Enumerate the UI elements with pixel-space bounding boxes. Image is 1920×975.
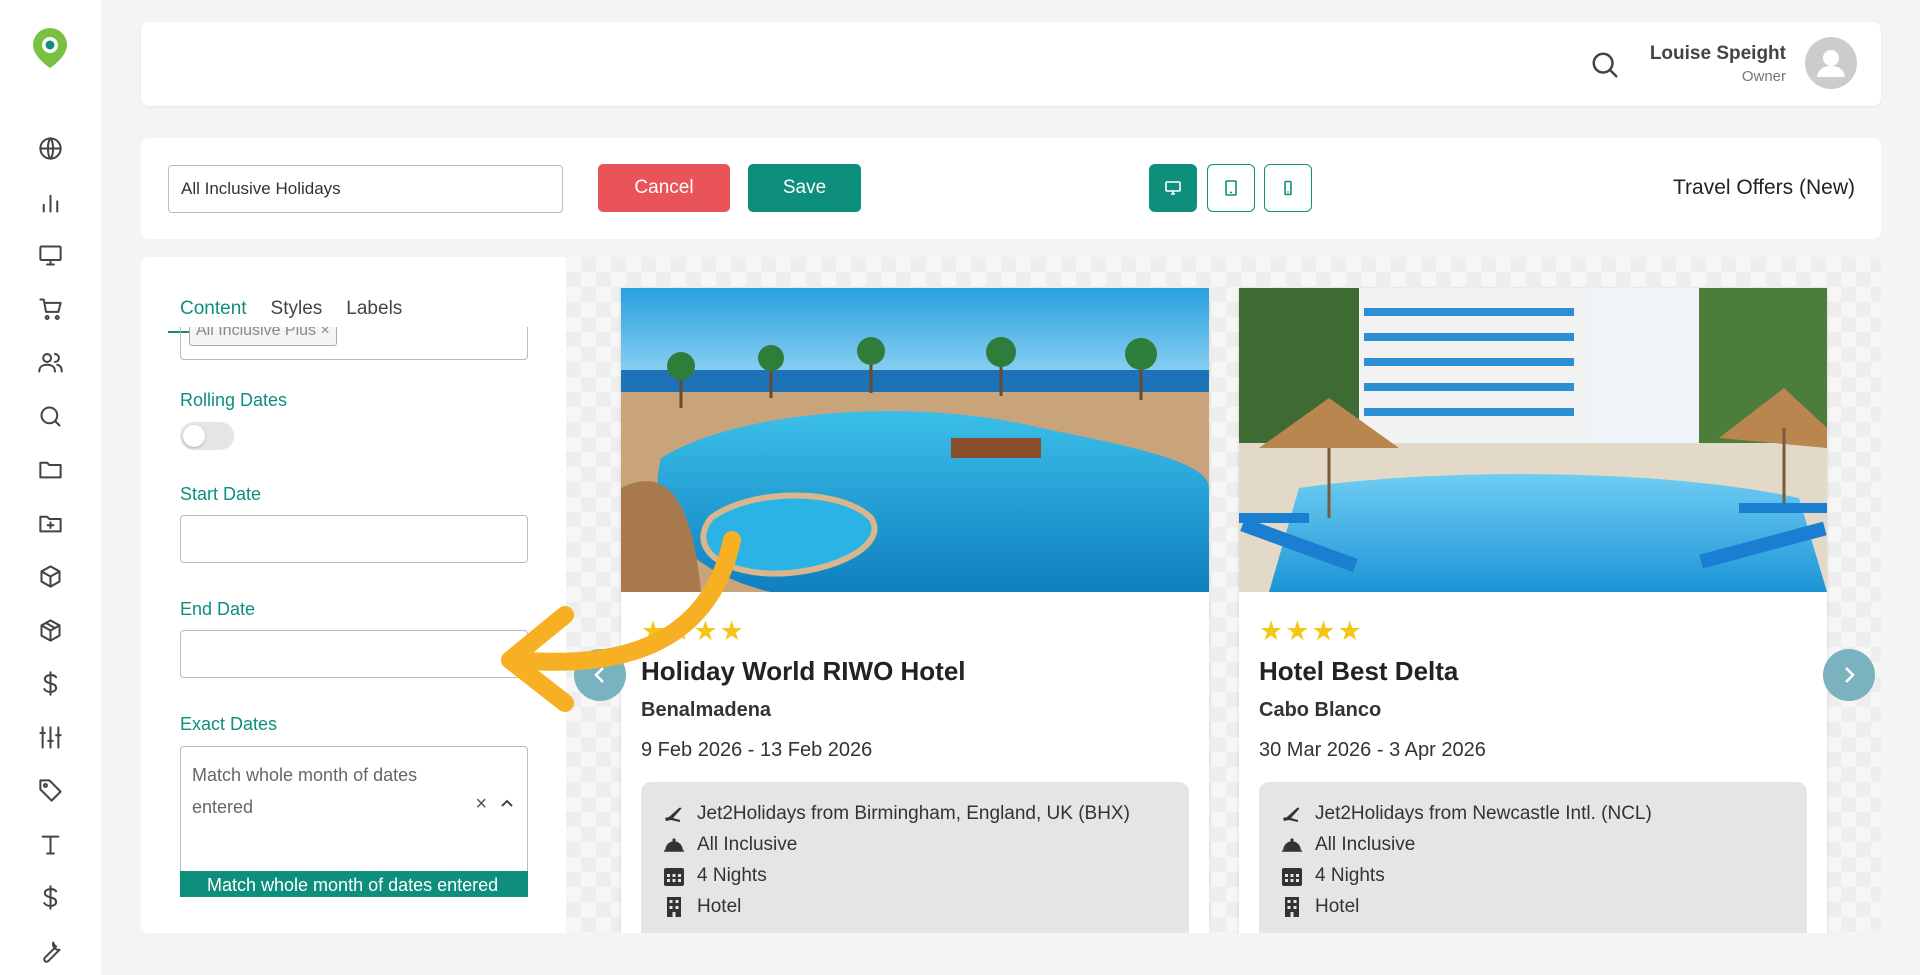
cube-icon[interactable]: [37, 563, 64, 590]
sidebar: [0, 0, 101, 975]
cancel-button[interactable]: Cancel: [598, 164, 730, 212]
resort-name: Cabo Blanco: [1259, 699, 1382, 721]
bar-chart-icon[interactable]: [37, 189, 64, 216]
chevron-up-icon[interactable]: [499, 795, 515, 811]
end-date-field[interactable]: [180, 630, 528, 678]
start-date-field[interactable]: [180, 515, 528, 563]
nights-row: 4 Nights: [1279, 864, 1385, 888]
type-text: Hotel: [1315, 896, 1360, 917]
hotel-name: Hotel Best Delta: [1259, 656, 1459, 686]
folder-plus-icon[interactable]: [37, 510, 64, 537]
editor-toolbar: Cancel Save Travel Offers (New): [141, 138, 1881, 239]
nights-text: 4 Nights: [1315, 865, 1385, 886]
preview-area: ★★★★ Holiday World RIWO Hotel Benalmaden…: [566, 257, 1881, 933]
building-icon: [1285, 897, 1299, 917]
tablet-view-button[interactable]: [1207, 164, 1255, 212]
rolling-dates-toggle[interactable]: [180, 422, 234, 450]
board-row: All Inclusive: [661, 833, 797, 857]
type-row: Hotel: [1279, 895, 1359, 919]
carousel-next-button[interactable]: [1823, 649, 1875, 701]
sliders-icon[interactable]: [37, 724, 64, 751]
settings-panel: Content Styles Labels All Inclusive Plus…: [141, 257, 566, 933]
cloche-icon: [664, 838, 684, 852]
search-icon[interactable]: [1590, 50, 1620, 80]
exact-dates-option[interactable]: Match whole month of dates entered: [180, 871, 528, 897]
app-logo[interactable]: [30, 26, 70, 70]
avatar[interactable]: [1805, 37, 1857, 89]
board-type-select[interactable]: All Inclusive Plus ×: [180, 327, 528, 360]
offer-details: Jet2Holidays from Birmingham, England, U…: [641, 782, 1189, 933]
offer-card[interactable]: ★★★★ Hotel Best Delta Cabo Blanco 30 Mar…: [1239, 288, 1827, 933]
folder-icon[interactable]: [37, 456, 64, 483]
board-type-chip[interactable]: All Inclusive Plus ×: [189, 327, 337, 346]
nights-row: 4 Nights: [661, 864, 767, 888]
tag-icon[interactable]: [37, 777, 64, 804]
resort-name: Benalmadena: [641, 699, 772, 721]
save-button[interactable]: Save: [748, 164, 861, 212]
exact-dates-label: Exact Dates: [180, 714, 278, 734]
page-title: Travel Offers (New): [1672, 176, 1855, 199]
carousel-prev-button[interactable]: [574, 649, 626, 701]
exact-dates-value: Match whole month of dates entered: [192, 765, 418, 817]
start-date-label: Start Date: [180, 484, 262, 504]
user-role: Owner: [1741, 68, 1786, 85]
cart-icon[interactable]: [37, 295, 64, 322]
flight-row: Jet2Holidays from Birmingham, England, U…: [661, 802, 1130, 826]
type-text: Hotel: [697, 896, 742, 917]
search-nav-icon[interactable]: [37, 403, 64, 430]
globe-icon[interactable]: [37, 135, 64, 162]
desktop-icon: [1165, 181, 1181, 195]
calendar-icon: [1282, 868, 1302, 886]
flight-row: Jet2Holidays from Newcastle Intl. (NCL): [1279, 802, 1652, 826]
hotel-image: [621, 288, 1209, 592]
chevron-left-icon: [594, 667, 604, 683]
calendar-icon: [664, 868, 684, 886]
monitor-icon[interactable]: [37, 242, 64, 269]
travel-dates: 9 Feb 2026 - 13 Feb 2026: [641, 739, 873, 761]
user-name: Louise Speight: [1649, 43, 1786, 64]
board-text: All Inclusive: [1315, 834, 1416, 855]
nights-text: 4 Nights: [697, 865, 767, 886]
plane-icon: [1281, 807, 1303, 822]
dollar-icon[interactable]: [37, 670, 64, 697]
type-row: Hotel: [661, 895, 741, 919]
users-icon[interactable]: [37, 349, 64, 376]
board-row: All Inclusive: [1279, 833, 1415, 857]
clear-icon[interactable]: ×: [475, 793, 487, 816]
star-rating: ★★★★: [641, 616, 746, 646]
rolling-dates-label: Rolling Dates: [180, 390, 288, 410]
flight-text: Jet2Holidays from Newcastle Intl. (NCL): [1315, 803, 1652, 824]
hotel-name: Holiday World RIWO Hotel: [641, 656, 966, 686]
offer-card[interactable]: ★★★★ Holiday World RIWO Hotel Benalmaden…: [621, 288, 1209, 933]
plane-icon: [663, 807, 685, 822]
hotel-image: [1239, 288, 1827, 592]
top-bar: Louise Speight Owner: [141, 22, 1881, 106]
mobile-icon: [1284, 180, 1292, 196]
travel-dates: 30 Mar 2026 - 3 Apr 2026: [1259, 739, 1486, 761]
type-icon[interactable]: [37, 831, 64, 858]
desktop-view-button[interactable]: [1149, 164, 1197, 212]
end-date-label: End Date: [180, 599, 256, 619]
package-icon[interactable]: [37, 617, 64, 644]
wrench-icon[interactable]: [37, 938, 64, 965]
board-text: All Inclusive: [697, 834, 798, 855]
mobile-view-button[interactable]: [1264, 164, 1312, 212]
tablet-icon: [1225, 180, 1237, 196]
chevron-right-icon: [1845, 667, 1855, 683]
offer-details: Jet2Holidays from Newcastle Intl. (NCL) …: [1259, 782, 1807, 933]
dollar-icon-2[interactable]: [37, 884, 64, 911]
building-icon: [667, 897, 681, 917]
star-rating: ★★★★: [1259, 616, 1364, 646]
cloche-icon: [1282, 838, 1302, 852]
flight-text: Jet2Holidays from Birmingham, England, U…: [697, 803, 1130, 824]
offer-name-input[interactable]: [168, 165, 563, 213]
